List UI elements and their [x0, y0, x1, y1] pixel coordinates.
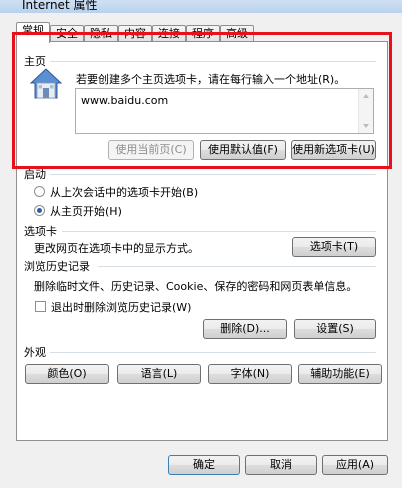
history-settings-button[interactable]: 设置(S) [294, 319, 376, 339]
tabs-settings-button[interactable]: 选项卡(T) [292, 237, 376, 257]
history-description: 删除临时文件、历史记录、Cookie、保存的密码和网页表单信息。 [34, 280, 358, 293]
startup-last-session-label: 从上次会话中的选项卡开始(B) [50, 186, 199, 199]
colors-button[interactable]: 颜色(O) [25, 364, 109, 384]
languages-button[interactable]: 语言(L) [117, 364, 201, 384]
window-title: Internet 属性 [22, 0, 98, 12]
delete-history-button[interactable]: 删除(D)... [203, 319, 287, 339]
appearance-section-divider [50, 352, 376, 353]
startup-homepage-radio[interactable] [34, 205, 45, 216]
tabs-section-divider [62, 231, 376, 232]
homepage-instruction: 若要创建多个主页选项卡，请在每行输入一个地址(R)。 [76, 73, 346, 86]
startup-homepage-label: 从主页开始(H) [50, 205, 122, 218]
startup-section-title: 启动 [24, 168, 46, 181]
tab-advanced[interactable]: 高级 [220, 25, 254, 41]
title-bar: Internet 属性 [0, 0, 402, 13]
ok-button[interactable]: 确定 [168, 455, 240, 475]
apply-button[interactable]: 应用(A) [322, 455, 388, 475]
home-icon [29, 68, 63, 99]
appearance-section-title: 外观 [24, 346, 46, 359]
delete-history-on-exit-label: 退出时删除浏览历史记录(W) [51, 301, 192, 314]
use-default-button[interactable]: 使用默认值(F) [200, 140, 286, 160]
tab-general[interactable]: 常规 [16, 22, 50, 43]
history-section-divider [98, 266, 376, 267]
textarea-scrollbar[interactable] [358, 89, 373, 133]
use-new-tab-button[interactable]: 使用新选项卡(U) [291, 140, 376, 160]
tabs-section-description: 更改网页在选项卡中的显示方式。 [34, 242, 199, 255]
fonts-button[interactable]: 字体(N) [208, 364, 292, 384]
startup-section-divider [50, 174, 376, 175]
use-current-page-button[interactable]: 使用当前页(C) [108, 140, 194, 160]
homepage-url-value: www.baidu.com [81, 94, 169, 107]
tab-security[interactable]: 安全 [50, 25, 84, 41]
cancel-button[interactable]: 取消 [245, 455, 317, 475]
delete-history-on-exit-checkbox[interactable] [35, 301, 46, 312]
tab-content[interactable]: 内容 [118, 25, 152, 41]
accessibility-button[interactable]: 辅助功能(E) [298, 364, 382, 384]
tab-programs[interactable]: 程序 [186, 25, 220, 41]
homepage-url-textarea[interactable]: www.baidu.com [75, 88, 374, 134]
tab-privacy[interactable]: 隐私 [84, 25, 118, 41]
homepage-section-divider [50, 61, 376, 62]
tabs-section-title: 选项卡 [24, 225, 57, 238]
startup-last-session-radio[interactable] [34, 186, 45, 197]
tab-connections[interactable]: 连接 [152, 25, 186, 41]
history-section-title: 浏览历史记录 [24, 260, 90, 273]
